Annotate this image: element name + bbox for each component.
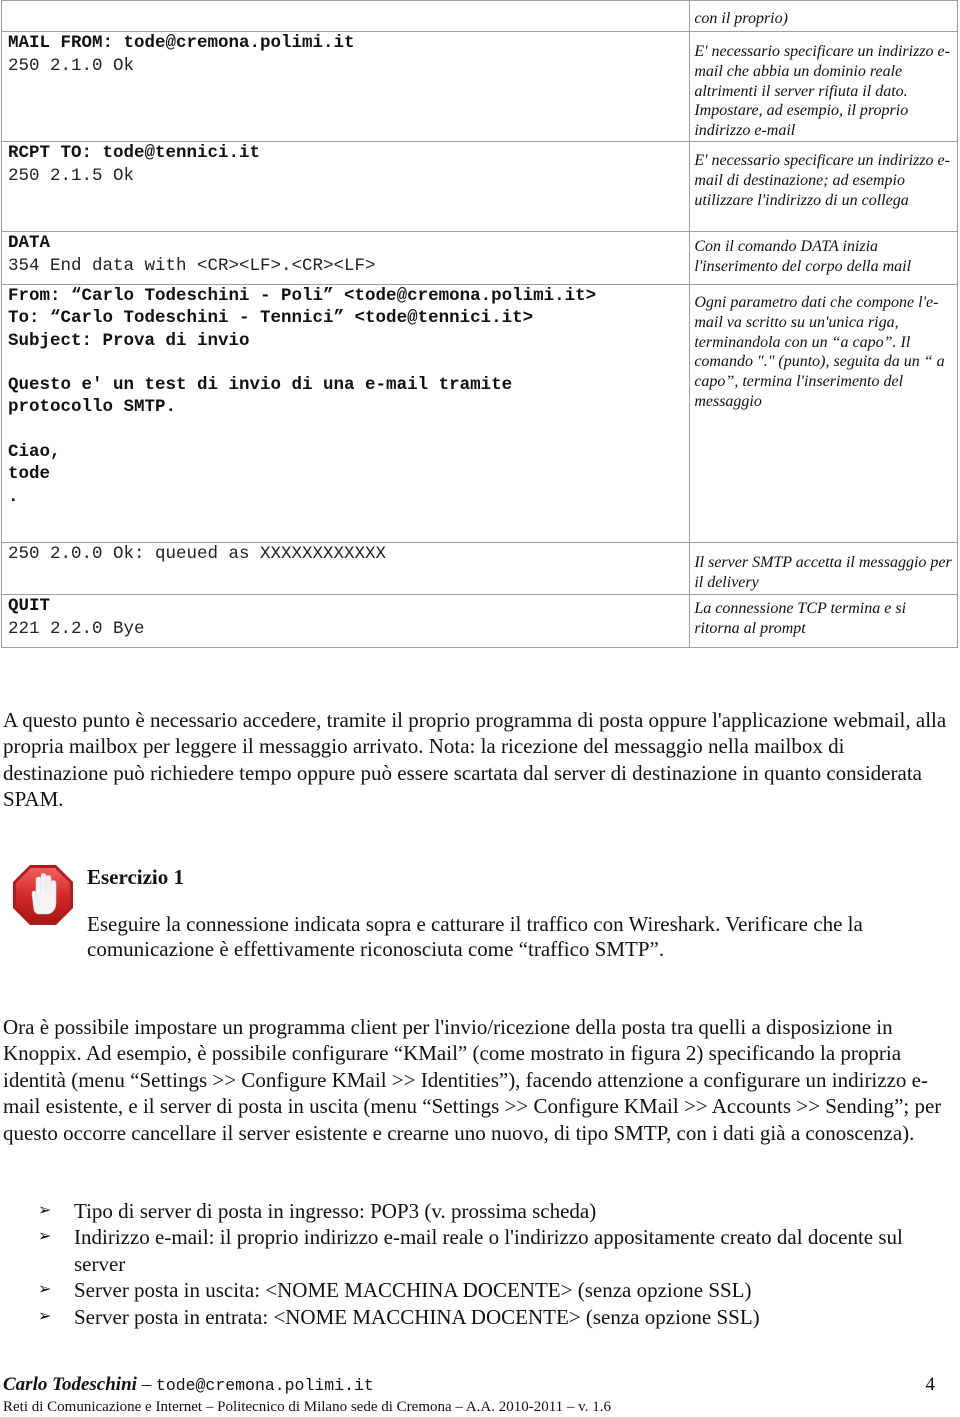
arrow-bullet-icon: ➢ xyxy=(38,1228,52,1246)
note-text: Ogni parametro dati che compone l'e-mail… xyxy=(694,293,945,410)
list-item: ➢ Tipo di server di posta in ingresso: P… xyxy=(0,1198,950,1224)
note-cell: E' necessario specificare un indirizzo e… xyxy=(689,31,958,142)
smtp-command: QUIT xyxy=(8,595,51,616)
footer-course-info: Reti di Comunicazione e Internet – Polit… xyxy=(3,1399,611,1415)
note-text: Il server SMTP accetta il messaggio per … xyxy=(694,553,952,591)
body-line-to: To: “Carlo Todeschini - Tennici” <tode@t… xyxy=(8,308,534,329)
body-line-blank xyxy=(8,352,683,374)
smtp-response: 250 2.1.0 Ok xyxy=(8,56,135,76)
arrow-bullet-icon: ➢ xyxy=(38,1307,52,1325)
list-item-text: Server posta in uscita: <NOME MACCHINA D… xyxy=(74,1278,752,1303)
smtp-session-table: con il proprio) MAIL FROM: tode@cremona.… xyxy=(0,0,958,648)
note-cell: Ogni parametro dati che compone l'e-mail… xyxy=(689,283,958,543)
note-text: La connessione TCP termina e si ritorna … xyxy=(694,599,907,637)
stop-hand-icon xyxy=(13,865,73,925)
paragraph-mailbox-check: A questo punto è necessario accedere, tr… xyxy=(3,708,947,812)
body-line-blank xyxy=(8,419,683,441)
note-text: E' necessario specificare un indirizzo e… xyxy=(694,43,950,140)
smtp-command: DATA xyxy=(8,232,51,253)
table-row: RCPT TO: tode@tennici.it 250 2.1.5 Ok E'… xyxy=(0,140,958,232)
table-row: con il proprio) xyxy=(0,0,958,32)
note-cell: La connessione TCP termina e si ritorna … xyxy=(689,593,958,648)
list-item-text: Indirizzo e-mail: il proprio indirizzo e… xyxy=(74,1225,903,1276)
smtp-response: 250 2.0.0 Ok: queued as XXXXXXXXXXXX xyxy=(8,543,387,564)
note-cell: Con il comando DATA inizia l'inserimento… xyxy=(689,230,958,285)
body-line-signature: tode xyxy=(8,464,51,485)
body-line-subject: Subject: Prova di invio xyxy=(8,330,250,351)
smtp-response: 221 2.2.0 Bye xyxy=(8,618,145,639)
table-row: From: “Carlo Todeschini - Poli” <tode@cr… xyxy=(0,283,958,543)
body-line-from: From: “Carlo Todeschini - Poli” <tode@cr… xyxy=(8,285,597,306)
note-text: E' necessario specificare un indirizzo e… xyxy=(694,151,950,209)
list-item: ➢ Indirizzo e-mail: il proprio indirizzo… xyxy=(0,1224,950,1277)
body-line-text: Questo e' un test di invio di una e-mail… xyxy=(8,375,513,396)
list-item: ➢ Server posta in entrata: <NOME MACCHIN… xyxy=(0,1304,950,1330)
table-row: DATA 354 End data with <CR><LF>.<CR><LF>… xyxy=(0,230,958,285)
note-cell: Il server SMTP accetta il messaggio per … xyxy=(689,541,958,595)
arrow-bullet-icon: ➢ xyxy=(38,1281,52,1299)
body-line-terminator: . xyxy=(8,486,19,507)
body-line-greeting: Ciao, xyxy=(8,442,61,463)
table-row: 250 2.0.0 Ok: queued as XXXXXXXXXXXX Il … xyxy=(0,541,958,595)
table-row: MAIL FROM: tode@cremona.polimi.it 250 2.… xyxy=(0,31,958,142)
command-cell: RCPT TO: tode@tennici.it 250 2.1.5 Ok xyxy=(0,140,691,232)
list-item-text: Server posta in entrata: <NOME MACCHINA … xyxy=(74,1304,760,1329)
smtp-command: MAIL FROM: tode@cremona.polimi.it xyxy=(8,33,355,53)
smtp-command: RCPT TO: tode@tennici.it xyxy=(8,142,261,163)
command-cell: QUIT 221 2.2.0 Bye xyxy=(0,593,691,648)
page-number: 4 xyxy=(925,1374,936,1395)
command-cell: DATA 354 End data with <CR><LF>.<CR><LF> xyxy=(0,230,691,285)
note-text: con il proprio) xyxy=(694,10,788,27)
footer-separator: – xyxy=(136,1374,156,1395)
note-cell: E' necessario specificare un indirizzo e… xyxy=(689,140,958,232)
list-item: ➢ Server posta in uscita: <NOME MACCHINA… xyxy=(0,1277,950,1303)
command-cell xyxy=(0,0,691,32)
table-row: QUIT 221 2.2.0 Bye La connessione TCP te… xyxy=(0,593,958,648)
smtp-response: 250 2.1.5 Ok xyxy=(8,165,135,186)
message-body-cell: From: “Carlo Todeschini - Poli” <tode@cr… xyxy=(0,283,691,543)
command-cell: 250 2.0.0 Ok: queued as XXXXXXXXXXXX xyxy=(0,541,691,595)
note-cell: con il proprio) xyxy=(689,0,958,32)
exercise-text: Eseguire la connessione indicata sopra e… xyxy=(87,912,863,961)
configuration-list: ➢ Tipo di server di posta in ingresso: P… xyxy=(0,1198,950,1330)
smtp-response: 354 End data with <CR><LF>.<CR><LF> xyxy=(8,255,376,276)
command-cell: MAIL FROM: tode@cremona.polimi.it 250 2.… xyxy=(0,31,691,142)
page-footer: Carlo Todeschini – tode@cremona.polimi.i… xyxy=(3,1374,943,1396)
list-item-text: Tipo di server di posta in ingresso: POP… xyxy=(74,1199,597,1223)
note-text: Con il comando DATA inizia l'inserimento… xyxy=(694,237,912,275)
body-line-text: protocollo SMTP. xyxy=(8,397,177,418)
paragraph-kmail-setup: Ora è possibile impostare un programma c… xyxy=(3,1015,942,1145)
arrow-bullet-icon: ➢ xyxy=(38,1202,52,1219)
footer-email: tode@cremona.polimi.it xyxy=(155,1376,374,1395)
exercise-title: Esercizio 1 xyxy=(87,865,185,889)
footer-author: Carlo Todeschini xyxy=(3,1374,137,1395)
